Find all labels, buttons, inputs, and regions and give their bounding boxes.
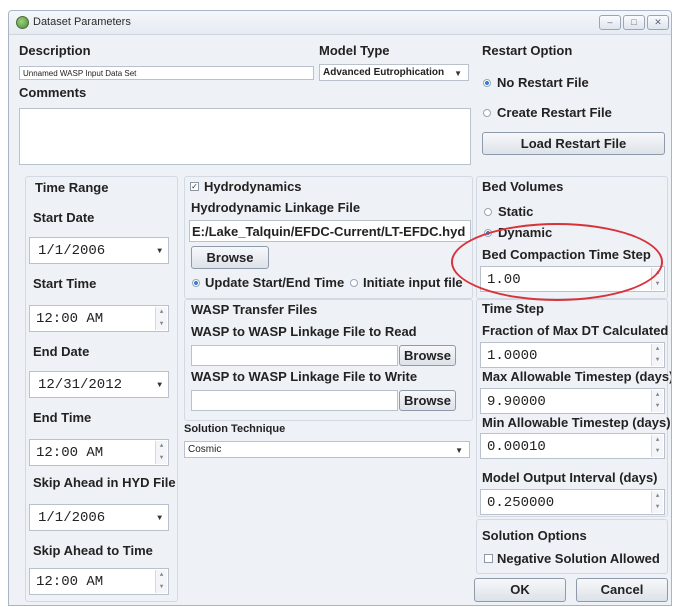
end-date-select[interactable]: 12/31/2012 ▼ [29, 371, 169, 398]
end-date-label: End Date [33, 344, 90, 359]
wasp-write-browse-button[interactable]: Browse [399, 390, 456, 411]
output-interval-input[interactable]: 0.250000 ▲ ▼ [480, 489, 665, 515]
time-step-label: Time Step [482, 301, 544, 316]
create-restart-radio[interactable] [483, 109, 491, 117]
chevron-down-icon: ▼ [454, 69, 462, 78]
time-range-label: Time Range [35, 180, 109, 195]
min-timestep-value: 0.00010 [487, 439, 546, 455]
bed-volumes-label: Bed Volumes [482, 179, 564, 194]
end-time-label: End Time [33, 410, 92, 425]
negative-solution-checkbox[interactable] [484, 554, 493, 563]
chevron-down-icon: ▼ [157, 514, 162, 523]
model-type-value: Advanced Eutrophication [323, 67, 445, 78]
fraction-max-dt-input[interactable]: 1.0000 ▲ ▼ [480, 342, 665, 368]
start-time-input[interactable]: 12:00 AM ▲ ▼ [29, 305, 169, 332]
static-radio[interactable] [484, 208, 492, 216]
spin-icon[interactable]: ▲ ▼ [651, 491, 663, 513]
static-label: Static [498, 204, 534, 219]
chevron-down-icon: ▼ [455, 446, 463, 455]
spin-icon[interactable]: ▲ ▼ [155, 307, 167, 330]
min-timestep-input[interactable]: 0.00010 ▲ ▼ [480, 433, 665, 459]
description-input[interactable]: Unnamed WASP Input Data Set [19, 66, 314, 80]
spin-icon[interactable]: ▲ ▼ [651, 390, 663, 412]
min-timestep-label: Min Allowable Timestep (days) [482, 415, 671, 430]
skip-hyd-value: 1/1/2006 [38, 510, 106, 526]
model-type-select[interactable]: Advanced Eutrophication ▼ [319, 64, 469, 81]
end-time-value: 12:00 AM [36, 445, 104, 461]
create-restart-label: Create Restart File [497, 105, 612, 120]
no-restart-label: No Restart File [497, 75, 589, 90]
maximize-icon[interactable]: □ [623, 15, 645, 30]
dataset-parameters-window: Dataset Parameters – □ ✕ Description Unn… [8, 10, 672, 606]
initiate-input-label: Initiate input file [363, 275, 463, 290]
fraction-max-dt-label: Fraction of Max DT Calculated [482, 323, 669, 338]
max-timestep-label: Max Allowable Timestep (days) [482, 369, 672, 384]
no-restart-radio[interactable] [483, 79, 491, 87]
close-icon[interactable]: ✕ [647, 15, 669, 30]
hydrodynamics-checkbox[interactable]: ✓ [190, 182, 199, 191]
max-timestep-input[interactable]: 9.90000 ▲ ▼ [480, 388, 665, 414]
hydro-browse-button[interactable]: Browse [191, 246, 269, 269]
skip-time-value: 12:00 AM [36, 574, 104, 590]
hydrodynamics-label: Hydrodynamics [204, 179, 302, 194]
skip-hyd-label: Skip Ahead in HYD File [33, 475, 176, 490]
title-bar: Dataset Parameters – □ ✕ [9, 11, 671, 35]
minimize-icon[interactable]: – [599, 15, 621, 30]
window-title: Dataset Parameters [33, 16, 131, 28]
wasp-read-input[interactable] [191, 345, 398, 366]
negative-solution-label: Negative Solution Allowed [497, 551, 660, 566]
hydro-linkage-path[interactable]: E:/Lake_Talquin/EFDC-Current/LT-EFDC.hyd [189, 220, 471, 242]
wasp-write-input[interactable] [191, 390, 398, 411]
solution-technique-label: Solution Technique [184, 423, 286, 435]
start-date-select[interactable]: 1/1/2006 ▼ [29, 237, 169, 264]
description-label: Description [19, 43, 91, 58]
chevron-down-icon: ▼ [157, 247, 162, 256]
start-date-value: 1/1/2006 [38, 243, 106, 259]
update-start-end-radio[interactable] [192, 279, 200, 287]
end-date-value: 12/31/2012 [38, 377, 123, 393]
skip-time-label: Skip Ahead to Time [33, 543, 153, 558]
output-interval-value: 0.250000 [487, 495, 555, 511]
comments-label: Comments [19, 85, 87, 100]
end-time-input[interactable]: 12:00 AM ▲ ▼ [29, 439, 169, 466]
app-icon [16, 16, 29, 29]
model-type-label: Model Type [319, 43, 390, 58]
output-interval-label: Model Output Interval (days) [482, 470, 658, 485]
wasp-read-browse-button[interactable]: Browse [399, 345, 456, 366]
comments-input[interactable] [19, 108, 471, 165]
spin-icon[interactable]: ▲ ▼ [651, 435, 663, 457]
fraction-max-dt-value: 1.0000 [487, 348, 538, 364]
load-restart-file-button[interactable]: Load Restart File [482, 132, 665, 155]
solution-options-label: Solution Options [482, 528, 587, 543]
skip-time-input[interactable]: 12:00 AM ▲ ▼ [29, 568, 169, 595]
start-time-label: Start Time [33, 276, 97, 291]
max-timestep-value: 9.90000 [487, 394, 546, 410]
solution-technique-value: Cosmic [188, 444, 222, 455]
spin-icon[interactable]: ▲ ▼ [651, 344, 663, 366]
start-time-value: 12:00 AM [36, 311, 104, 327]
start-date-label: Start Date [33, 210, 95, 225]
update-start-end-label: Update Start/End Time [205, 275, 345, 290]
ok-button[interactable]: OK [474, 578, 566, 602]
wasp-transfer-label: WASP Transfer Files [191, 302, 318, 317]
restart-option-label: Restart Option [482, 43, 573, 58]
highlight-ellipse [451, 223, 663, 301]
solution-technique-select[interactable]: Cosmic ▼ [184, 441, 470, 458]
initiate-input-radio[interactable] [350, 279, 358, 287]
wasp-write-label: WASP to WASP Linkage File to Write [191, 369, 418, 384]
spin-icon[interactable]: ▲ ▼ [155, 441, 167, 464]
cancel-button[interactable]: Cancel [576, 578, 668, 602]
hydro-linkage-label: Hydrodynamic Linkage File [191, 200, 361, 215]
skip-hyd-select[interactable]: 1/1/2006 ▼ [29, 504, 169, 531]
chevron-down-icon: ▼ [157, 381, 162, 390]
spin-icon[interactable]: ▲ ▼ [155, 570, 167, 593]
wasp-read-label: WASP to WASP Linkage File to Read [191, 324, 417, 339]
